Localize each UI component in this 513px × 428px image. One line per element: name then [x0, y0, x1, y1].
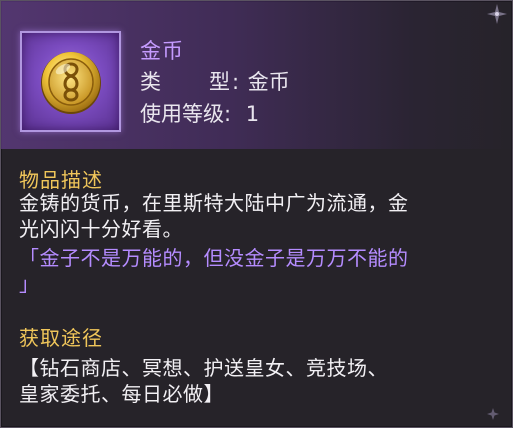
corner-ornament-bottom-icon [487, 408, 499, 420]
item-type-row: 类 型: 金币 [140, 66, 290, 96]
description-line: 光闪闪十分好看。 [19, 217, 183, 241]
obtain-line: 皇家委托、每日必做】 [19, 382, 224, 406]
item-name: 金币 [140, 39, 184, 63]
item-tooltip: 金币 类 型: 金币 使用等级: 1 物品描述 金铸的货币，在里斯特大陆中广为流… [0, 0, 513, 428]
description-text: 金铸的货币，在里斯特大陆中广为流通，金 光闪闪十分好看。 [19, 190, 497, 242]
quote-line: 」 [19, 272, 40, 296]
description-title: 物品描述 [19, 168, 103, 192]
description-quote: 「金子不是万能的，但没金子是万万不能的 」 [19, 245, 497, 297]
item-type-label: 类 型: [140, 70, 242, 94]
quote-line: 「金子不是万能的，但没金子是万万不能的 [19, 246, 409, 270]
obtain-text: 【钻石商店、冥想、护送皇女、竞技场、 皇家委托、每日必做】 [19, 355, 497, 407]
item-icon-slot [20, 31, 121, 132]
corner-ornament-icon [487, 4, 507, 24]
gold-coin-icon [41, 52, 101, 114]
item-level-row: 使用等级: 1 [140, 98, 259, 128]
obtain-line: 【钻石商店、冥想、护送皇女、竞技场、 [19, 356, 388, 380]
description-line: 金铸的货币，在里斯特大陆中广为流通，金 [19, 191, 409, 215]
item-type-value: 金币 [247, 70, 290, 94]
obtain-title: 获取途径 [19, 326, 103, 350]
item-level-value: 1 [245, 102, 260, 126]
item-level-label: 使用等级: [140, 102, 232, 126]
